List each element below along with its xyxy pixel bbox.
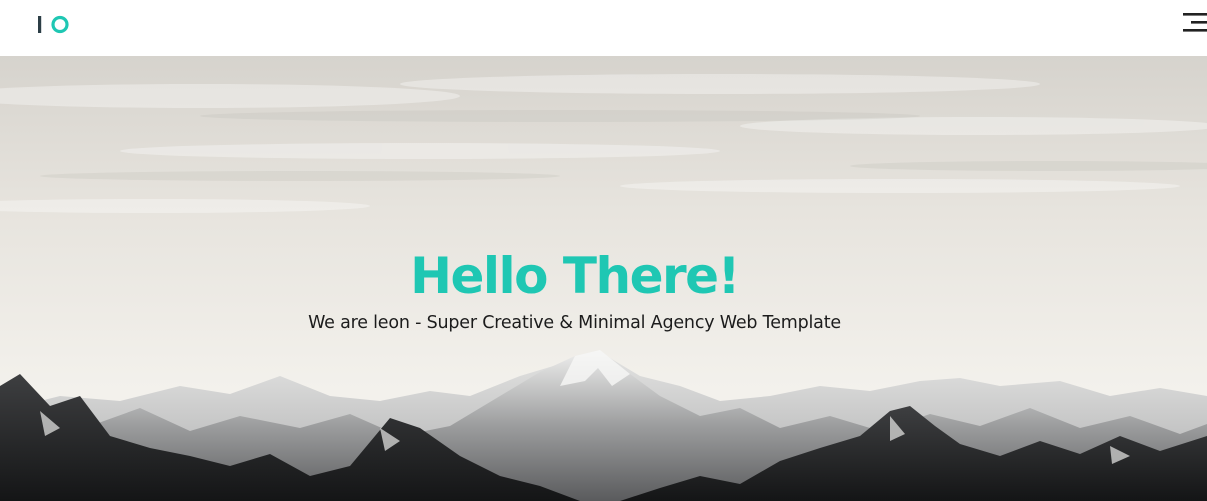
hero-subtitle: We are leon - Super Creative & Minimal A…	[308, 313, 841, 333]
hamburger-menu-icon	[1183, 13, 1207, 32]
hero-section: Hello There! We are leon - Super Creativ…	[0, 56, 1207, 501]
site-header	[0, 0, 1207, 56]
menu-button[interactable]	[1183, 13, 1207, 33]
logo[interactable]	[37, 14, 71, 34]
hero-title: Hello There!	[410, 247, 740, 305]
io-logo-icon	[38, 15, 69, 34]
